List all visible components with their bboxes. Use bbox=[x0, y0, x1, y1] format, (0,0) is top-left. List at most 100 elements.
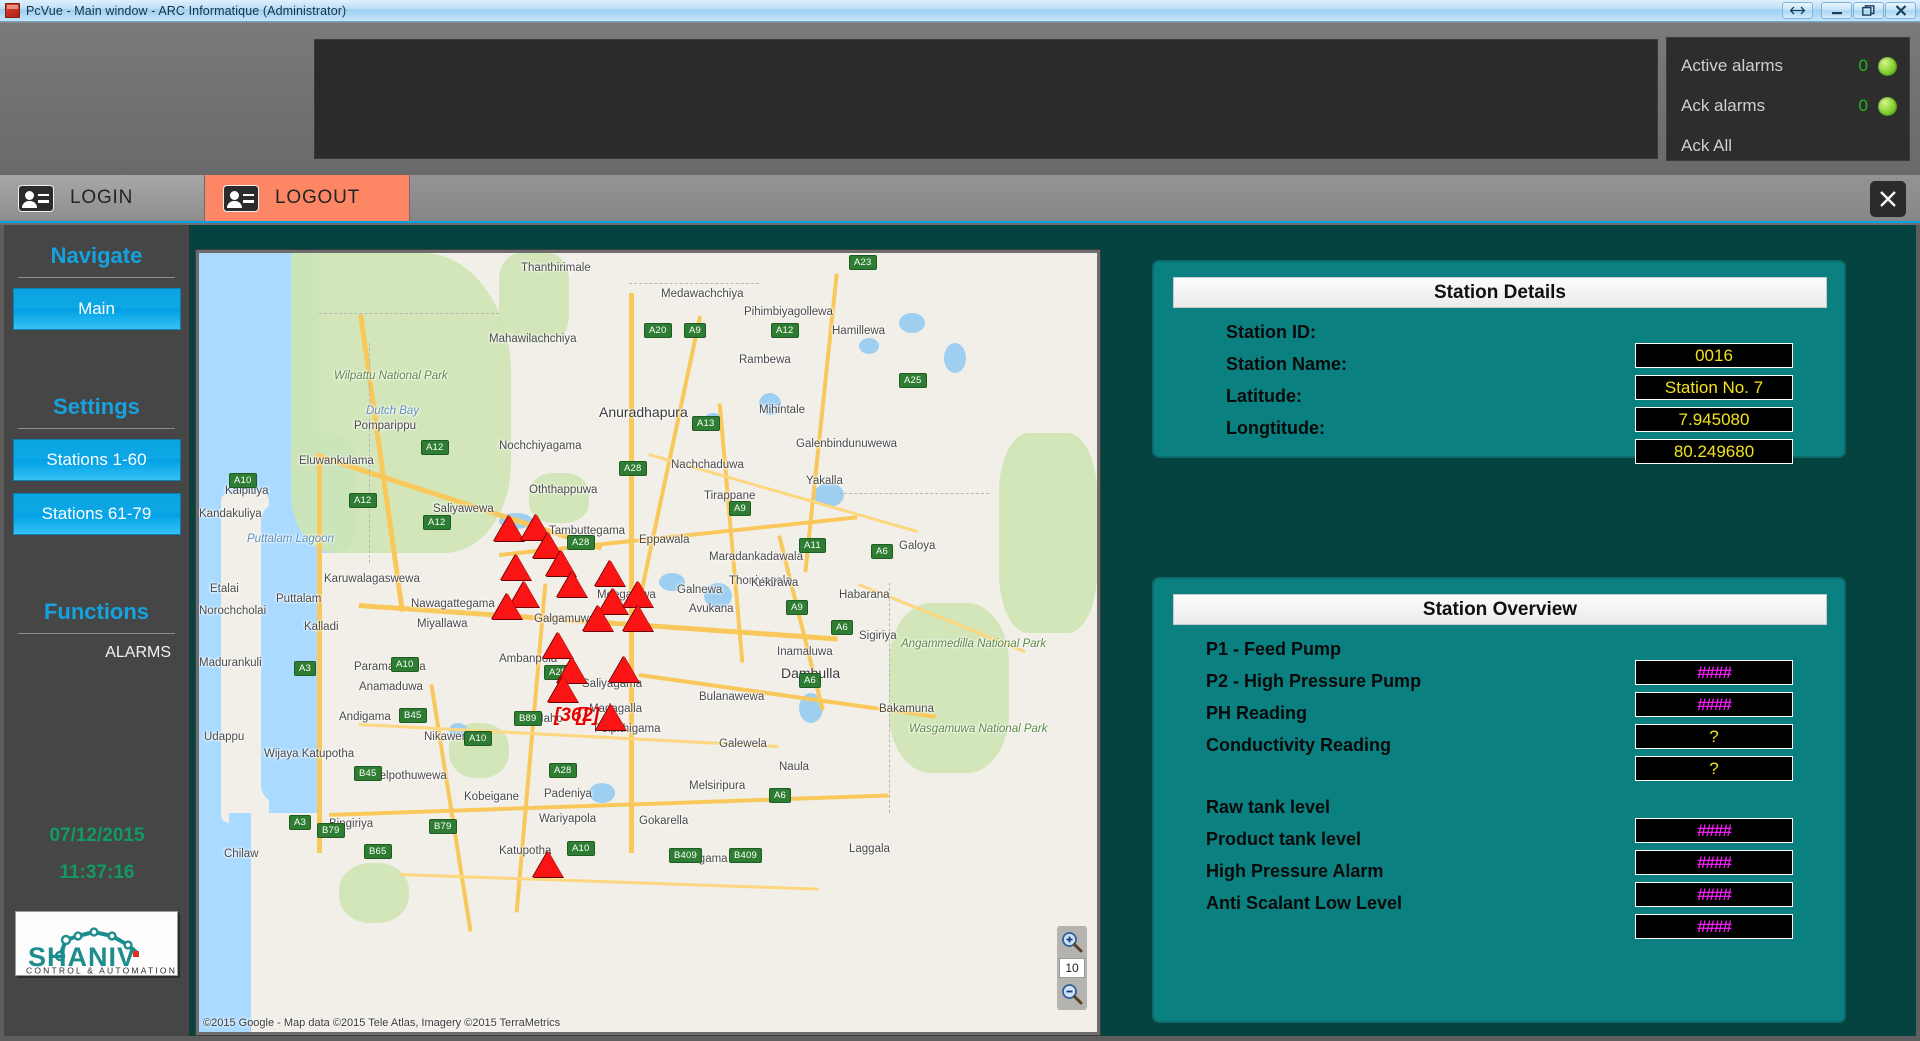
station-detail-label: Longtitude: bbox=[1154, 418, 1754, 439]
map-place-label: Maradankadawala bbox=[709, 551, 803, 563]
map-boundary bbox=[889, 583, 891, 813]
station-marker[interactable] bbox=[596, 704, 626, 730]
map-place-label: Kandakuliya bbox=[199, 508, 262, 520]
map-place-label: Mahawilachchiya bbox=[489, 333, 577, 345]
map-place-label: Pomparippu bbox=[354, 420, 416, 432]
tab-logout-label: LOGOUT bbox=[275, 187, 360, 209]
map-place-label: Puttalam Lagoon bbox=[247, 533, 334, 545]
map-place-label: Inamaluwa bbox=[777, 646, 833, 658]
close-button[interactable] bbox=[1885, 2, 1916, 19]
tab-login[interactable]: LOGIN bbox=[0, 175, 205, 221]
map-road-shield: A6 bbox=[769, 788, 791, 803]
station-marker[interactable] bbox=[609, 656, 639, 682]
map-zoom-control[interactable]: 10 bbox=[1057, 926, 1087, 1010]
active-alarms-row[interactable]: Active alarms 0 bbox=[1681, 46, 1897, 86]
map-place-label: Miyallawa bbox=[417, 618, 468, 630]
map-road-shield: B79 bbox=[317, 823, 345, 838]
map-place-label: Udappu bbox=[204, 731, 244, 743]
map-place-label: Kobeigane bbox=[464, 791, 519, 803]
ack-all-label: Ack All bbox=[1681, 136, 1897, 156]
sidebar-item-main[interactable]: Main bbox=[13, 288, 181, 330]
map-place-label: Habarana bbox=[839, 589, 890, 601]
sidebar-item-stations-1-60[interactable]: Stations 1-60 bbox=[13, 439, 181, 481]
map-frame: ThanthirimaleMedawachchiyaPihimbiyagolle… bbox=[195, 249, 1101, 1036]
station-marker[interactable] bbox=[623, 605, 653, 631]
google-map[interactable]: ThanthirimaleMedawachchiyaPihimbiyagolle… bbox=[199, 253, 1097, 1032]
station-details-title: Station Details bbox=[1173, 277, 1827, 308]
data-row: High Pressure Alarm#### bbox=[1154, 861, 1848, 893]
map-road-shield: A3 bbox=[289, 815, 311, 830]
map-place-label: Angammedilla National Park bbox=[901, 638, 1046, 650]
restore-button[interactable] bbox=[1853, 2, 1884, 19]
minimize-button[interactable] bbox=[1821, 2, 1852, 19]
map-place-label: Anamaduwa bbox=[359, 681, 423, 693]
map-attribution: ©2015 Google - Map data ©2015 Tele Atlas… bbox=[203, 1017, 560, 1029]
station-overview-value[interactable]: ? bbox=[1635, 756, 1793, 781]
map-road-shield: B45 bbox=[399, 708, 427, 723]
station-overview-label: Raw tank level bbox=[1154, 797, 1754, 818]
station-marker[interactable] bbox=[583, 605, 613, 631]
ack-alarms-led-icon bbox=[1878, 97, 1897, 116]
sidebar-item-alarms[interactable]: ALARMS bbox=[4, 644, 189, 662]
station-marker[interactable] bbox=[543, 632, 573, 658]
map-place-label: Nachchaduwa bbox=[671, 459, 744, 471]
station-marker[interactable] bbox=[494, 515, 524, 541]
map-place-label: Madurankuli bbox=[199, 657, 262, 669]
map-road-shield: A13 bbox=[692, 416, 720, 431]
map-road-shield: A6 bbox=[831, 620, 853, 635]
map-place-label: Andigama bbox=[339, 711, 391, 723]
station-marker[interactable] bbox=[492, 593, 522, 619]
map-place-label: Chilaw bbox=[224, 848, 259, 860]
station-marker[interactable] bbox=[557, 571, 587, 597]
map-place-label: Karuwalagaswewa bbox=[324, 573, 420, 585]
ack-alarms-row[interactable]: Ack alarms 0 bbox=[1681, 86, 1897, 126]
station-overview-panel: Station Overview P1 - Feed Pump####P2 - … bbox=[1152, 577, 1846, 1023]
tab-strip: LOGIN LOGOUT bbox=[0, 175, 1920, 223]
map-road-shield: B65 bbox=[364, 844, 392, 859]
active-alarms-label: Active alarms bbox=[1681, 56, 1842, 76]
tab-logout[interactable]: LOGOUT bbox=[205, 175, 410, 221]
functions-header: Functions bbox=[4, 581, 189, 633]
map-boundary bbox=[319, 313, 499, 314]
alarm-summary-panel: Active alarms 0 Ack alarms 0 Ack All bbox=[1666, 37, 1910, 161]
map-road-shield: B89 bbox=[514, 711, 542, 726]
map-road-shield: A12 bbox=[771, 323, 799, 338]
resize-arrow-button[interactable] bbox=[1782, 2, 1813, 19]
station-details-panel: Station Details Station ID:0016Station N… bbox=[1152, 260, 1846, 458]
map-lake bbox=[589, 783, 615, 803]
map-place-label: Wariyapola bbox=[539, 813, 596, 825]
station-overview-label: PH Reading bbox=[1154, 703, 1754, 724]
map-place-label: Nochchiyagama bbox=[499, 440, 581, 452]
station-marker[interactable] bbox=[595, 560, 625, 586]
ack-alarms-label: Ack alarms bbox=[1681, 96, 1842, 116]
station-marker[interactable] bbox=[548, 676, 578, 702]
map-place-label: Galnewa bbox=[677, 584, 722, 596]
map-place-label: Naula bbox=[779, 761, 809, 773]
map-red-annotation-2: [2] bbox=[576, 705, 599, 727]
map-place-label: Galoya bbox=[899, 540, 935, 552]
divider bbox=[18, 633, 175, 634]
close-view-button[interactable] bbox=[1870, 181, 1906, 217]
station-marker[interactable] bbox=[501, 554, 531, 580]
station-overview-value[interactable]: #### bbox=[1635, 914, 1793, 939]
magnifier-minus-icon[interactable] bbox=[1060, 982, 1084, 1006]
ack-all-button[interactable]: Ack All bbox=[1681, 126, 1897, 166]
map-road-shield: A20 bbox=[644, 323, 672, 338]
station-marker[interactable] bbox=[623, 581, 653, 607]
map-road-shield: A10 bbox=[229, 473, 257, 488]
map-place-label: Galewela bbox=[719, 738, 767, 750]
map-road-shield: A6 bbox=[799, 673, 821, 688]
station-marker[interactable] bbox=[533, 851, 563, 877]
station-overview-label: P1 - Feed Pump bbox=[1154, 639, 1754, 660]
sidebar-item-stations-61-79[interactable]: Stations 61-79 bbox=[13, 493, 181, 535]
map-place-label: Puttalam bbox=[276, 593, 321, 605]
map-road-shield: A12 bbox=[421, 440, 449, 455]
station-detail-value[interactable]: 80.249680 bbox=[1635, 439, 1793, 464]
map-road-shield: A10 bbox=[567, 841, 595, 856]
map-place-label: Rambewa bbox=[739, 354, 791, 366]
magnifier-plus-icon[interactable] bbox=[1060, 930, 1084, 954]
map-boundary bbox=[629, 283, 759, 284]
map-place-label: Kalladi bbox=[304, 621, 339, 633]
map-boundary bbox=[839, 493, 989, 494]
map-road-a3 bbox=[317, 453, 322, 853]
